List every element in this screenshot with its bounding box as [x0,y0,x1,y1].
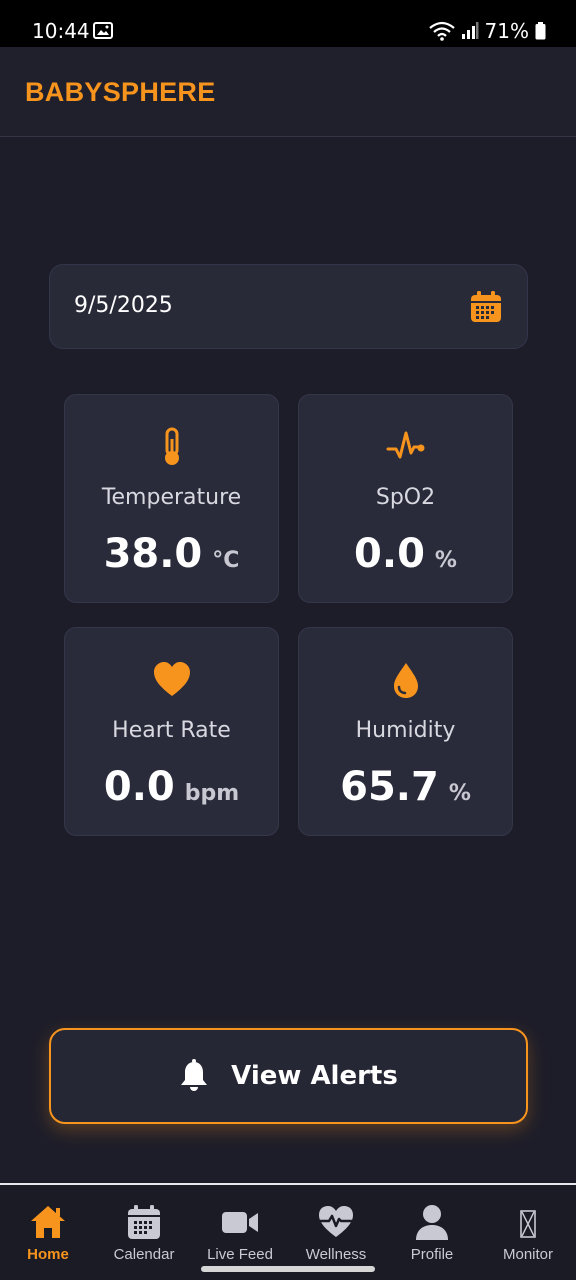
nav-item-calendar[interactable]: Calendar [96,1185,192,1280]
metric-label: SpO2 [375,485,436,510]
person-icon [416,1205,448,1240]
app-header: BABYSPHERE [0,47,576,137]
home-icon [31,1206,65,1238]
nav-label-calendar: Calendar [113,1246,175,1263]
nav-label-monitor: Monitor [502,1246,554,1263]
calendar-icon [128,1205,160,1239]
thermometer-icon [164,427,179,465]
bell-icon [181,1059,208,1091]
metric-unit: bpm [184,781,240,806]
calendar-icon[interactable] [469,290,503,324]
metric-unit: % [434,548,457,573]
metric-label: Temperature [101,485,242,510]
metric-value-row: 38.0 °C [65,531,278,577]
metric-unit: % [448,781,471,806]
date-value: 9/5/2025 [74,293,173,318]
metric-value: 0.0 [103,764,175,810]
signal-icon [461,22,479,39]
nav-item-home[interactable]: Home [0,1185,96,1280]
home-indicator[interactable] [201,1266,375,1272]
metric-value: 0.0 [354,531,425,577]
nav-label-profile: Profile [410,1246,454,1263]
droplet-icon [393,663,418,698]
battery-percent: 71% [484,19,529,43]
heartbeat-icon [319,1206,353,1237]
app-title: BABYSPHERE [25,77,216,107]
temperature-card: Temperature 38.0 °C [64,394,279,603]
metric-unit: °C [212,548,240,573]
view-alerts-button[interactable]: View Alerts [49,1028,528,1124]
nav-label-home: Home [27,1246,69,1263]
metric-value: 65.7 [340,764,439,810]
heart-icon [153,662,190,696]
status-right-group: 71% [428,19,546,43]
pulse-icon [386,431,424,459]
battery-icon [535,22,546,40]
heart-rate-card: Heart Rate 0.0 bpm [64,627,279,836]
nav-label-wellness: Wellness [305,1246,367,1263]
date-picker-field[interactable]: 9/5/2025 [49,264,528,349]
wifi-icon [428,21,455,41]
metric-value-row: 0.0 % [299,531,512,577]
spo2-card: SpO2 0.0 % [298,394,513,603]
metric-value-row: 65.7 % [299,764,512,810]
metric-label: Humidity [355,718,456,743]
status-bar: 10:44 71% [0,0,576,47]
video-icon [222,1212,258,1233]
humidity-card: Humidity 65.7 % [298,627,513,836]
metric-value: 38.0 [103,531,203,577]
nav-item-monitor[interactable]: Monitor [480,1185,576,1280]
nav-label-live-feed: Live Feed [207,1246,273,1263]
view-alerts-label: View Alerts [231,1061,398,1091]
metric-value-row: 0.0 bpm [65,764,278,810]
metric-label: Heart Rate [112,718,231,743]
photo-icon [93,22,113,39]
hourglass-icon [520,1210,536,1238]
nav-item-profile[interactable]: Profile [384,1185,480,1280]
status-time: 10:44 [32,19,90,43]
